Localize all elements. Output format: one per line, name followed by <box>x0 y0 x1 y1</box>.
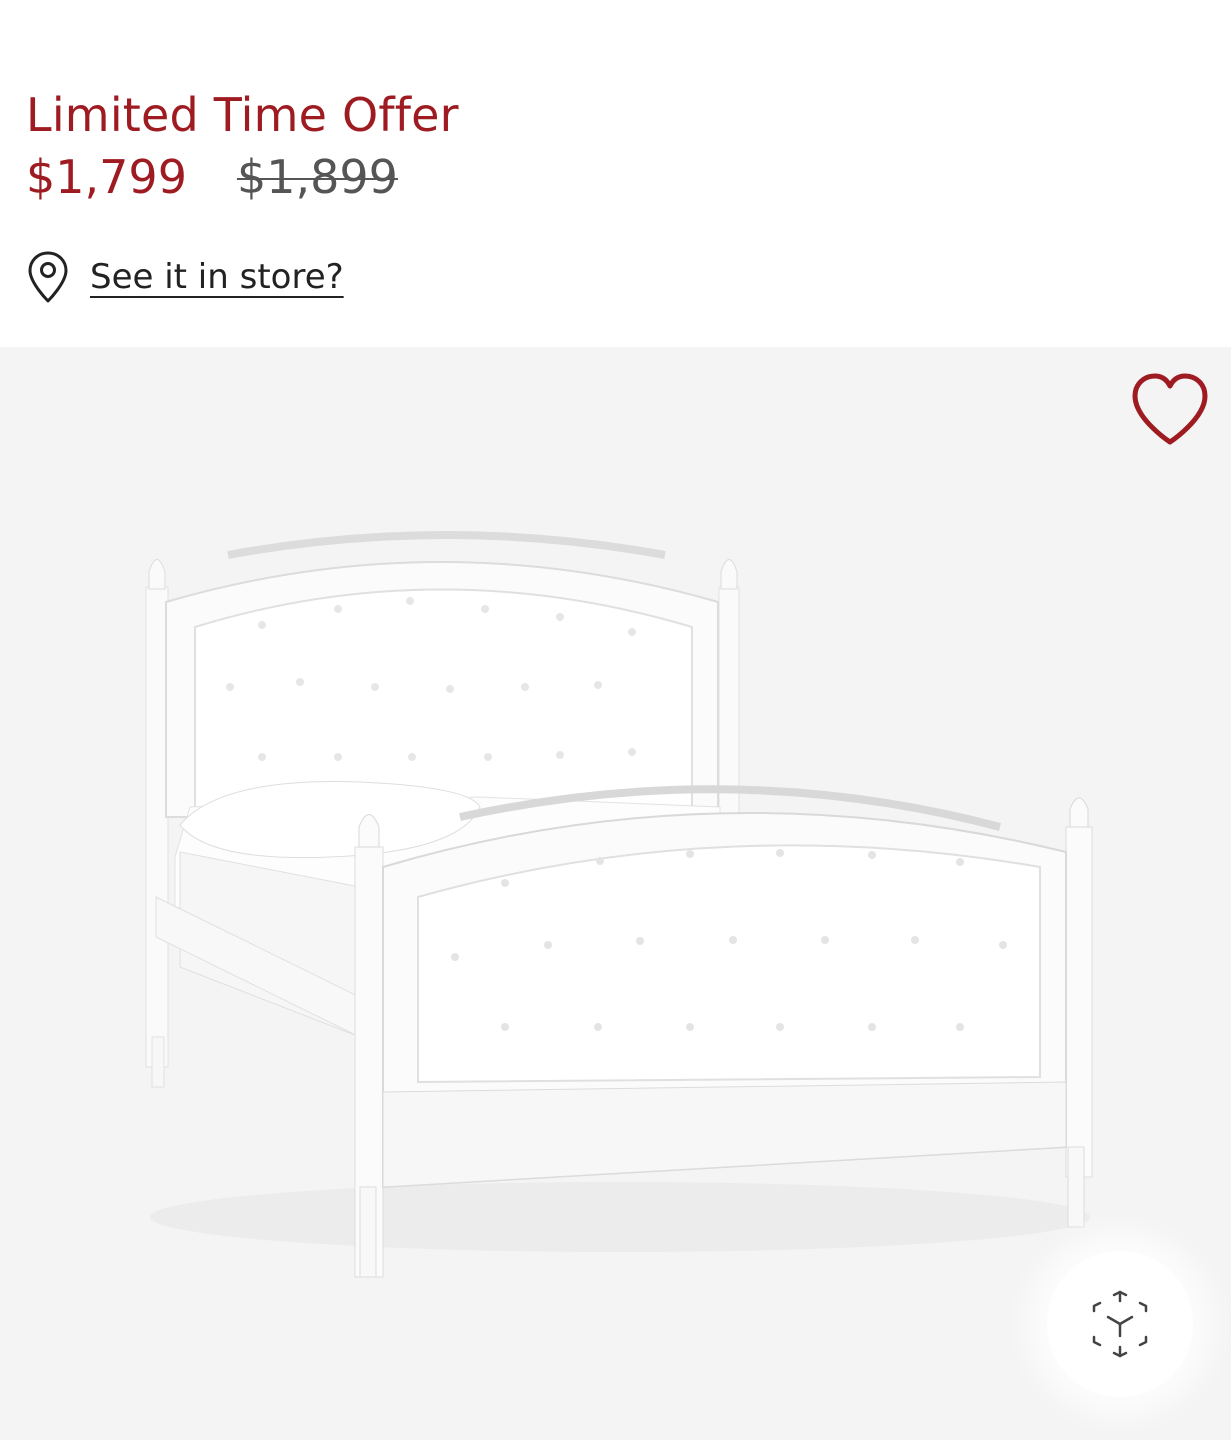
offer-label: Limited Time Offer <box>26 88 459 142</box>
store-availability[interactable]: See it in store? <box>26 250 344 304</box>
product-image-gallery[interactable] <box>0 347 1231 1440</box>
location-pin-icon <box>28 251 68 303</box>
favorite-heart-icon[interactable] <box>1129 371 1211 449</box>
bed-product-image <box>145 531 1093 1278</box>
3d-view-icon <box>1092 1290 1148 1358</box>
see-in-store-link[interactable]: See it in store? <box>90 257 344 297</box>
original-price: $1,899 <box>236 150 398 204</box>
price-row: $1,799 $1,899 <box>26 150 398 204</box>
view-in-3d-button[interactable] <box>1047 1251 1193 1397</box>
sale-price: $1,799 <box>26 150 187 204</box>
